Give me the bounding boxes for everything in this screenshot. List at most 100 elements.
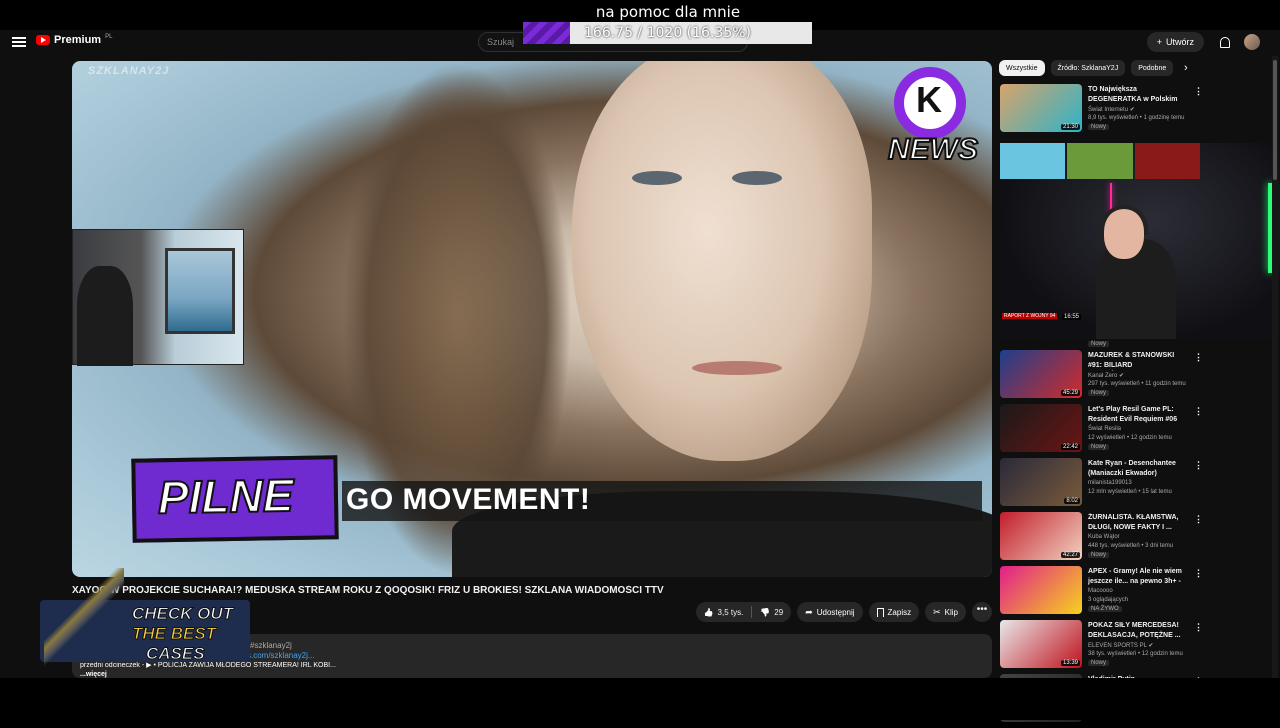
recommendation-title: POKAZ SIŁY MERCEDESA! DEKLASACJA, POTĘŻN…	[1088, 622, 1181, 639]
chip-all[interactable]: Wszystkie	[999, 60, 1045, 76]
knife-icon	[44, 568, 124, 668]
streamer-camera-overlay: RAPORT Z WOJNY 94 16:55	[1000, 143, 1280, 339]
recommendation-thumbnail[interactable]: 13:39	[1000, 620, 1082, 668]
recommendation-badge: NA ŻYWO	[1088, 606, 1122, 612]
create-label: Utwórz	[1165, 37, 1194, 47]
bottom-black-bar	[0, 678, 1280, 720]
headset-icon	[1100, 205, 1148, 235]
cam-thumb-duration: 16:55	[1062, 314, 1082, 320]
more-vert-icon[interactable]: ⋮	[1194, 514, 1203, 525]
more-vert-icon[interactable]: ⋮	[1194, 568, 1203, 579]
notifications-bell-icon[interactable]	[1218, 36, 1230, 49]
scrollbar-thumb[interactable]	[1273, 60, 1277, 180]
more-vert-icon[interactable]: ⋮	[1194, 86, 1203, 97]
pip-person	[77, 266, 133, 366]
save-button[interactable]: Zapisz	[868, 602, 920, 622]
recommendation-channel: Macoooo	[1088, 588, 1113, 594]
recommendation-title: APEX - Gramy! Ale nie wiem jeszcze ile..…	[1088, 568, 1182, 585]
chip-source[interactable]: Źródło: SzklanaY2J	[1050, 60, 1126, 76]
recommendation-channel: Świat Internetu ✔	[1088, 107, 1135, 113]
create-button[interactable]: + Utwórz	[1146, 32, 1204, 52]
video-player[interactable]: SZKLANAY2J NEWS PILNE GO MOVEMENT!	[72, 61, 992, 577]
recommendation-badge: Nowy	[1088, 124, 1110, 130]
video-actions: 3,5 tys. 29 Udostępnij Zapisz Klip •••	[695, 602, 992, 622]
chevron-right-icon[interactable]: ›	[1184, 62, 1188, 74]
recommendation-title: ŻURNALISTA. KŁAMSTWA, DŁUGI, NOWE FAKTY …	[1088, 514, 1179, 531]
pip-camera	[72, 229, 244, 366]
share-button[interactable]: Udostępnij	[797, 602, 863, 622]
recommendation-item[interactable]: 13:39 POKAZ SIŁY MERCEDESA! DEKLASACJA, P…	[1000, 620, 1203, 674]
ad-overlay[interactable]: CHECK OUT THE BEST CASES	[36, 560, 251, 676]
more-vert-icon[interactable]: ⋮	[1194, 622, 1203, 633]
ad-line-1: CHECK OUT	[131, 604, 234, 624]
recommendation-thumbnail[interactable]: 42:27	[1000, 512, 1082, 560]
recommendation-meta: 38 tys. wyświetleń • 12 godzin temu	[1088, 651, 1183, 657]
share-icon	[805, 607, 813, 618]
watch-page: SZKLANAY2J NEWS PILNE GO MOVEMENT! XAYOO…	[0, 56, 1280, 722]
video-duration: 45:29	[1060, 390, 1080, 396]
video-frame-face	[572, 61, 872, 461]
header-actions: + Utwórz	[1146, 32, 1260, 52]
more-vert-icon[interactable]: ⋮	[1194, 352, 1203, 363]
recommendation-item[interactable]: 45:29 MAZUREK & STANOWSKI #91: BILIARD GL…	[1000, 350, 1203, 404]
cam-thumb	[1000, 143, 1066, 179]
recommendation-meta: 297 tys. wyświetleń • 11 godzin temu	[1088, 381, 1186, 387]
video-duration: 42:27	[1060, 552, 1080, 558]
recommendation-chips: Wszystkie Źródło: SzklanaY2J Podobne	[999, 60, 1174, 76]
recommendation-meta: 448 tys. wyświetleń • 3 dni temu	[1088, 543, 1174, 549]
recommendation-thumbnail[interactable]	[1000, 566, 1082, 614]
save-label: Zapisz	[887, 607, 912, 617]
like-button[interactable]: 3,5 tys.	[696, 602, 752, 622]
cam-thumb-label: RAPORT Z WOJNY 94	[1002, 313, 1058, 319]
pip-window	[165, 248, 235, 334]
recommendation-item[interactable]: 42:27 ŻURNALISTA. KŁAMSTWA, DŁUGI, NOWE F…	[1000, 512, 1203, 566]
recommendation-title: TO Największa DEGENERATKA w Polskim Inte…	[1088, 86, 1178, 103]
description-hashtag[interactable]: #szklanay2j	[250, 641, 292, 650]
hamburger-menu-icon[interactable]	[12, 35, 26, 49]
recommendation-thumbnail[interactable]: 21:30	[1000, 84, 1082, 132]
video-frame-eye	[632, 171, 682, 185]
logo-region: PL	[105, 34, 113, 40]
recommendation-item[interactable]: 8:02 Kate Ryan - Desenchantee (Maniaczki …	[1000, 458, 1203, 512]
more-actions-button[interactable]: •••	[972, 602, 992, 622]
like-count: 3,5 tys.	[717, 607, 744, 617]
youtube-logo[interactable]: Premium PL	[36, 34, 112, 46]
more-vert-icon[interactable]: ⋮	[1194, 460, 1203, 471]
account-avatar[interactable]	[1244, 34, 1260, 50]
recommendation-channel: ELEVEN SPORTS PL ✔	[1088, 643, 1154, 649]
recommendation-badge: Nowy	[1088, 390, 1110, 396]
chip-related[interactable]: Podobne	[1131, 60, 1174, 76]
video-duration: 22:42	[1060, 444, 1080, 450]
plus-icon: +	[1156, 37, 1162, 47]
recommendation-channel: Świat Resila	[1088, 426, 1122, 432]
video-frame-mouth	[692, 361, 782, 375]
recommendation-item[interactable]: 22:42 Let's Play Resil Game PL: Resident …	[1000, 404, 1203, 458]
overlay-title: na pomoc dla mnie	[595, 3, 741, 21]
recommendation-meta: 12 wyświetleń • 12 godzin temu	[1088, 435, 1172, 441]
video-frame-eye	[732, 171, 782, 185]
more-vert-icon[interactable]: ⋮	[1194, 406, 1203, 417]
recommendation-thumbnail[interactable]: 8:02	[1000, 458, 1082, 506]
description-link[interactable]: s.com/szklanay2j...	[247, 651, 315, 660]
clip-button[interactable]: Klip	[925, 602, 966, 622]
breaking-news-label: PILNE	[131, 455, 339, 543]
page-scrollbar[interactable]	[1272, 56, 1278, 678]
recommendation-item[interactable]: APEX - Gramy! Ale nie wiem jeszcze ile..…	[1000, 566, 1203, 620]
dislike-button[interactable]: 29	[752, 602, 791, 622]
channel-watermark: SZKLANAY2J	[88, 65, 170, 77]
recommendation-item[interactable]: 21:30 TO Największa DEGENERATKA w Polskim…	[1000, 84, 1203, 138]
thumb-up-icon	[704, 608, 714, 617]
news-badge: NEWS	[887, 67, 979, 171]
recommendation-title: MAZUREK & STANOWSKI #91: BILIARD GLAPIŃS…	[1088, 352, 1175, 369]
ticker-text: GO MOVEMENT!	[346, 483, 591, 516]
share-label: Udostępnij	[816, 607, 855, 617]
recommendation-thumbnail[interactable]: 45:29	[1000, 350, 1082, 398]
news-ticker: GO MOVEMENT!	[342, 481, 982, 521]
thumb-down-icon	[760, 608, 770, 617]
scissors-icon	[933, 607, 941, 618]
youtube-play-icon	[36, 35, 50, 45]
recommendation-thumbnail[interactable]: 22:42	[1000, 404, 1082, 452]
donation-progress-bar: 166.75 / 1020 (16.35%)	[523, 22, 812, 44]
news-badge-text: NEWS	[887, 132, 979, 167]
recommendation-title: Let's Play Resil Game PL: Resident Evil …	[1088, 406, 1178, 423]
